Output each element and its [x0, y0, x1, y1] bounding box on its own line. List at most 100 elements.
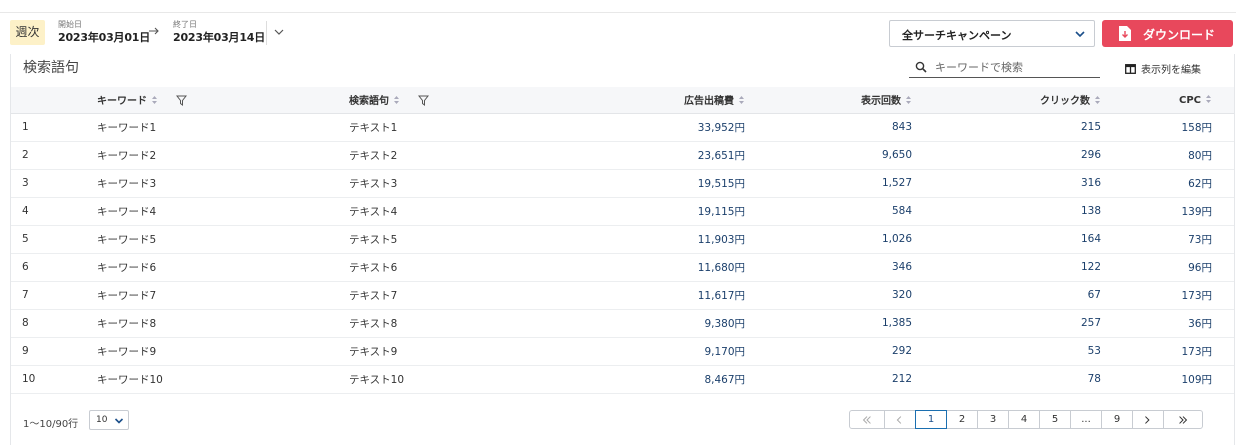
end-date-field[interactable]: 終了日 2023年03月14日 — [173, 20, 265, 46]
row-index: 4 — [11, 197, 97, 226]
column-header-keyword[interactable]: キーワード — [97, 87, 349, 114]
chevron-down-icon[interactable] — [272, 25, 286, 39]
keyword-cell: キーワード6 — [97, 253, 349, 282]
sort-icon[interactable] — [393, 95, 400, 105]
chevron-left-button — [884, 410, 916, 429]
ad-cost-cell: 23,651円 — [593, 141, 745, 170]
keyword-cell: キーワード4 — [97, 197, 349, 226]
arrow-right-icon — [149, 27, 159, 35]
table-row[interactable]: 1 キーワード1 テキスト1 33,952円 843 215 158円 — [11, 113, 1234, 142]
page-button[interactable]: 9 — [1101, 410, 1133, 429]
filter-icon[interactable] — [418, 95, 429, 107]
keyword-cell: キーワード3 — [97, 169, 349, 198]
page-button[interactable]: 3 — [977, 410, 1009, 429]
column-header-clicks[interactable]: クリック数 — [912, 87, 1101, 114]
row-index: 10 — [11, 365, 97, 394]
report-header: 週次 開始日 2023年03月01日 終了日 2023年03月14日 全サーチキ… — [0, 13, 1236, 54]
keyword-search-input[interactable] — [935, 59, 1095, 75]
page-button[interactable]: 1 — [915, 410, 947, 429]
table-row[interactable]: 5 キーワード5 テキスト5 11,903円 1,026 164 73円 — [11, 225, 1234, 254]
page-button[interactable]: 2 — [946, 410, 978, 429]
end-date-value: 2023年03月14日 — [173, 31, 266, 44]
page-button[interactable]: 4 — [1008, 410, 1040, 429]
clicks-cell: 164 — [912, 225, 1101, 254]
column-header-impressions[interactable]: 表示回数 — [745, 87, 912, 114]
ad-cost-cell: 8,467円 — [593, 365, 745, 394]
row-spacer — [1212, 197, 1234, 226]
campaign-select[interactable]: 全サーチキャンペーン — [889, 20, 1095, 47]
edit-columns-label: 表示列を編集 — [1141, 65, 1201, 76]
chevron-right-button[interactable] — [1132, 410, 1164, 429]
rows-per-page-select[interactable]: 10 — [89, 410, 129, 430]
table-row[interactable]: 7 キーワード7 テキスト7 11,617円 320 67 173円 — [11, 281, 1234, 310]
table-row[interactable]: 9 キーワード9 テキスト9 9,170円 292 53 173円 — [11, 337, 1234, 366]
sort-icon[interactable] — [1094, 95, 1101, 105]
column-header-index — [11, 87, 97, 114]
ad-cost-cell: 33,952円 — [593, 113, 745, 142]
ad-cost-cell: 9,380円 — [593, 309, 745, 338]
search-term-cell: テキスト5 — [349, 225, 593, 254]
clicks-cell: 122 — [912, 253, 1101, 282]
keyword-cell: キーワード7 — [97, 281, 349, 310]
keyword-cell: キーワード1 — [97, 113, 349, 142]
clicks-cell: 53 — [912, 337, 1101, 366]
search-term-cell: テキスト1 — [349, 113, 593, 142]
double-chevron-right-button[interactable] — [1163, 410, 1203, 429]
row-index: 7 — [11, 281, 97, 310]
page-button[interactable]: ... — [1070, 410, 1102, 429]
search-term-cell: テキスト2 — [349, 141, 593, 170]
sort-icon[interactable] — [1205, 94, 1212, 104]
row-index: 1 — [11, 113, 97, 142]
column-header-ad-cost[interactable]: 広告出稿費 — [593, 87, 745, 114]
start-date-label: 開始日 — [58, 20, 82, 29]
table-row[interactable]: 10 キーワード10 テキスト10 8,467円 212 78 109円 — [11, 365, 1234, 394]
impressions-cell: 212 — [745, 365, 912, 394]
column-header-search-term[interactable]: 検索語句 — [349, 87, 593, 114]
clicks-cell: 296 — [912, 141, 1101, 170]
row-spacer — [1212, 169, 1234, 198]
cpc-cell: 158円 — [1101, 113, 1212, 142]
file-download-icon — [1119, 26, 1131, 41]
table-row[interactable]: 6 キーワード6 テキスト6 11,680円 346 122 96円 — [11, 253, 1234, 282]
impressions-cell: 346 — [745, 253, 912, 282]
table-row[interactable]: 2 キーワード2 テキスト2 23,651円 9,650 296 80円 — [11, 141, 1234, 170]
search-terms-card: 検索語句 表示列を編集 キーワード 検索 — [10, 54, 1235, 445]
sort-icon[interactable] — [151, 95, 158, 105]
search-term-cell: テキスト10 — [349, 365, 593, 394]
row-spacer — [1212, 281, 1234, 310]
row-spacer — [1212, 253, 1234, 282]
pagination: 1 2 3 4 5... 9 — [849, 410, 1203, 430]
impressions-cell: 1,026 — [745, 225, 912, 254]
table-row[interactable]: 4 キーワード4 テキスト4 19,115円 584 138 139円 — [11, 197, 1234, 226]
row-index: 8 — [11, 309, 97, 338]
search-term-cell: テキスト7 — [349, 281, 593, 310]
sort-icon[interactable] — [905, 95, 912, 105]
ad-cost-cell: 11,903円 — [593, 225, 745, 254]
row-spacer — [1212, 309, 1234, 338]
clicks-cell: 215 — [912, 113, 1101, 142]
chevron-right-icon — [1145, 415, 1150, 424]
search-term-cell: テキスト4 — [349, 197, 593, 226]
impressions-cell: 292 — [745, 337, 912, 366]
keyword-search-box[interactable] — [909, 57, 1100, 78]
rows-per-page-value: 10 — [96, 415, 108, 425]
download-button[interactable]: ダウンロード — [1102, 20, 1233, 47]
row-spacer — [1212, 365, 1234, 394]
keyword-cell: キーワード10 — [97, 365, 349, 394]
ad-cost-cell: 19,115円 — [593, 197, 745, 226]
end-date-label: 終了日 — [173, 20, 197, 29]
ad-cost-cell: 9,170円 — [593, 337, 745, 366]
table-row[interactable]: 3 キーワード3 テキスト3 19,515円 1,527 316 62円 — [11, 169, 1234, 198]
edit-columns-button[interactable]: 表示列を編集 — [1125, 61, 1201, 76]
sort-icon[interactable] — [738, 95, 745, 105]
period-toggle[interactable]: 週次 — [10, 20, 45, 45]
page-button[interactable]: 5 — [1039, 410, 1071, 429]
table-row[interactable]: 8 キーワード8 テキスト8 9,380円 1,385 257 36円 — [11, 309, 1234, 338]
start-date-field[interactable]: 開始日 2023年03月01日 — [58, 20, 150, 46]
cpc-cell: 62円 — [1101, 169, 1212, 198]
row-range-text: 1〜10/90行 — [23, 419, 79, 430]
filter-icon[interactable] — [176, 95, 187, 107]
column-header-cpc[interactable]: CPC — [1101, 87, 1212, 114]
cpc-cell: 96円 — [1101, 253, 1212, 282]
search-icon — [915, 61, 927, 73]
